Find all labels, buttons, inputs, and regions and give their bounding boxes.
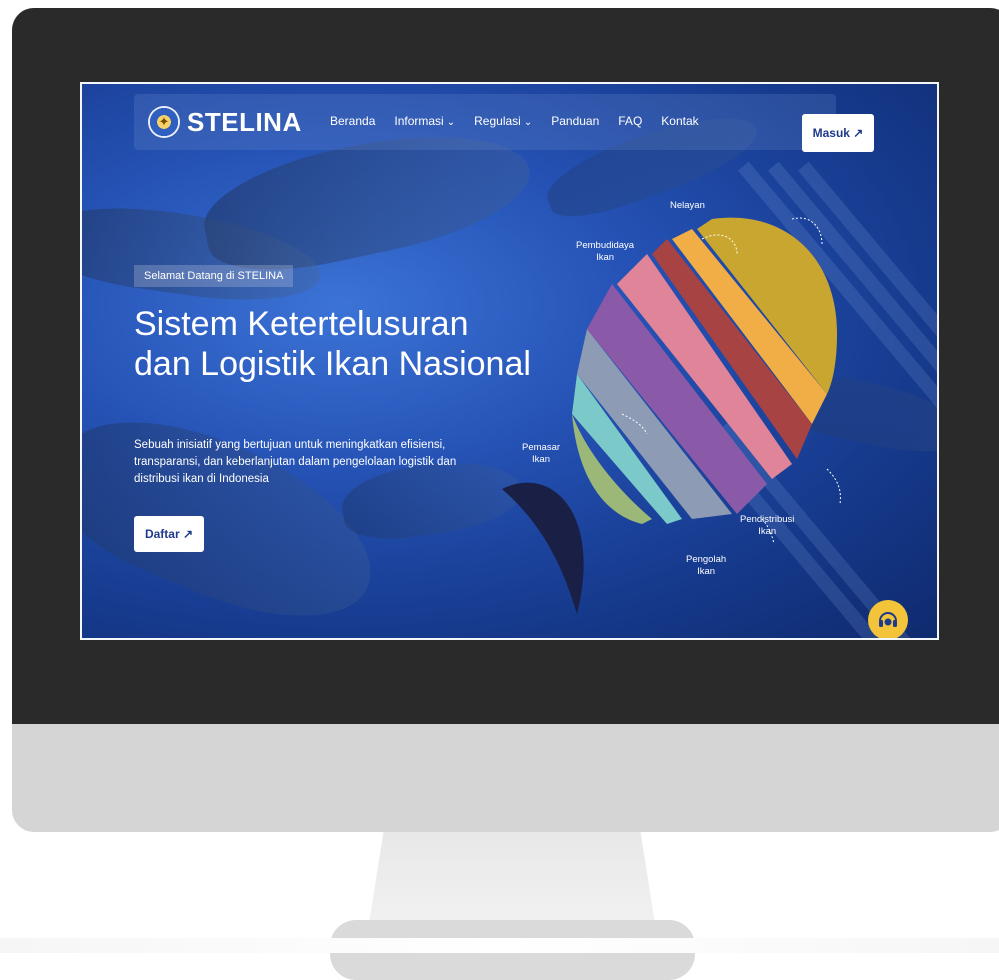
navbar: ✦ STELINA Beranda Informasi ⌄ Regulasi ⌄ P… [134,94,874,152]
supply-chain-illustration [502,217,841,614]
hero-title: Sistem Ketertelusuran dan Logistik Ikan … [134,305,531,383]
nav-item-panduan[interactable]: Panduan [551,114,599,128]
nav-item-informasi[interactable]: Informasi ⌄ [394,114,455,128]
nav-item-label: Regulasi [474,114,521,128]
hero-description: Sebuah inisiatif yang bertujuan untuk me… [134,439,457,485]
nav-menu: Beranda Informasi ⌄ Regulasi ⌄ Panduan FAQ… [330,114,718,128]
label-pengolah: Pengolah Ikan [686,554,727,577]
nav-item-label: Beranda [330,114,376,128]
label-pembudidaya: Pembudidaya Ikan [576,240,635,263]
brand-name: STELINA [187,106,302,137]
headset-icon [879,612,897,627]
nav-item-label: Panduan [551,114,600,128]
emblem-icon: ✦ [148,106,180,138]
nav-item-faq[interactable]: FAQ [618,114,642,128]
nav-item-regulasi[interactable]: Regulasi ⌄ [474,114,532,128]
nav-item-kontak[interactable]: Kontak [661,114,698,128]
welcome-badge: Selamat Datang di STELINA [134,265,294,287]
chevron-down-icon: ⌄ [446,117,456,128]
nav-item-label: FAQ [618,114,643,128]
floor-shadow [0,938,999,953]
nav-item-label: Kontak [661,114,699,128]
label-nelayan: Nelayan [670,200,705,211]
support-button[interactable] [868,600,908,638]
register-button[interactable]: Daftar ↗ [134,516,204,552]
label-pemasar: Pemasar Ikan [522,442,561,465]
login-button[interactable]: Masuk ↗ [802,114,874,152]
chevron-down-icon: ⌄ [523,117,533,128]
dark-crescent [502,482,584,614]
label-pendistribusi: Pendistribusi Ikan [740,514,795,537]
nav-item-label: Informasi [394,114,444,128]
nav-item-beranda[interactable]: Beranda [330,114,375,128]
brand-logo[interactable]: ✦ STELINA [148,105,302,139]
website-screen: ✦ STELINA Beranda Informasi ⌄ Regulasi ⌄ P… [82,84,937,638]
connector-pendistribusi [826,468,841,505]
